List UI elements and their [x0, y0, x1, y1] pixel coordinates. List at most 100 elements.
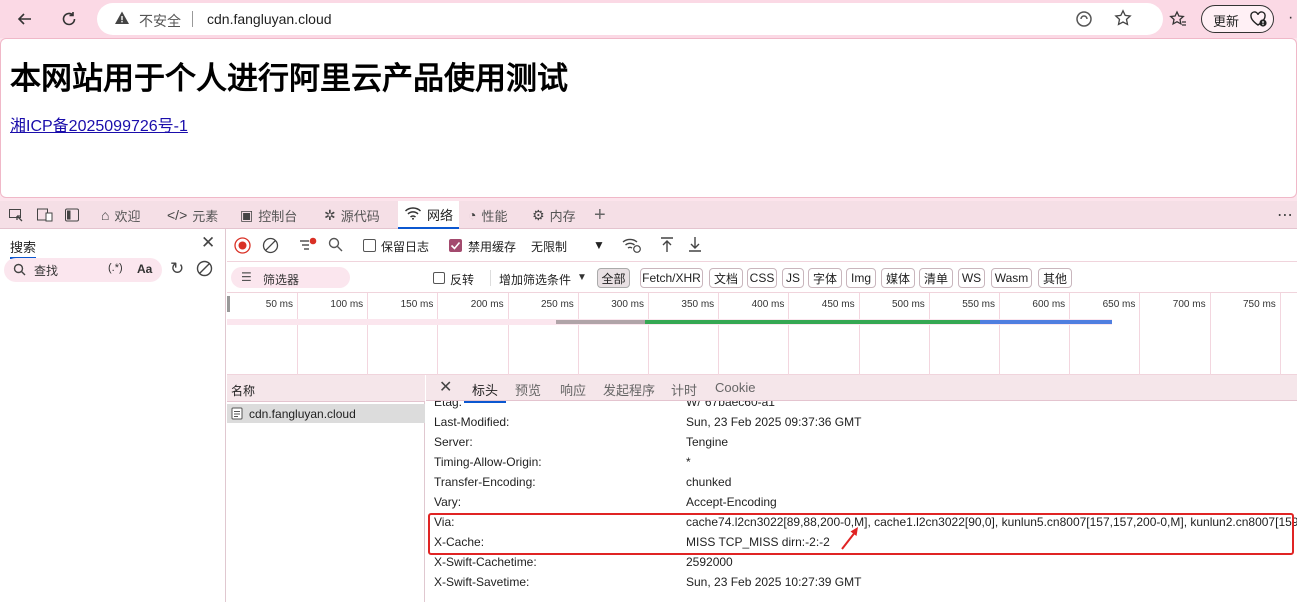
- more-filters-caret-icon[interactable]: ▼: [577, 272, 587, 283]
- disable-cache-label[interactable]: 禁用缓存: [468, 238, 516, 255]
- tab-welcome[interactable]: ⌂ 欢迎: [101, 201, 140, 229]
- filter-clear-icon[interactable]: [299, 237, 317, 259]
- header-value: Accept-Encoding: [686, 495, 777, 509]
- throttle-select[interactable]: 无限制: [531, 238, 567, 255]
- filter-type-other[interactable]: 其他: [1038, 268, 1072, 288]
- security-label[interactable]: 不安全: [139, 11, 181, 31]
- warning-icon[interactable]: [114, 10, 130, 31]
- search-icon: [13, 263, 26, 281]
- overview-tick-label: 250 ms: [541, 299, 574, 310]
- tab-performance[interactable]: ◔ 性能: [468, 201, 507, 229]
- filter-type-wasm[interactable]: Wasm: [991, 268, 1032, 288]
- header-key: X-Swift-Savetime:: [434, 575, 530, 589]
- preserve-log-label[interactable]: 保留日志: [381, 238, 429, 255]
- detail-tab-timing[interactable]: 计时: [671, 380, 697, 399]
- toggle-sidebar-icon[interactable]: [64, 207, 80, 228]
- icp-link[interactable]: 湘ICP备2025099726号-1: [10, 112, 188, 136]
- tab-memory[interactable]: ⚙ 内存: [532, 201, 576, 229]
- filter-type-media[interactable]: 媒体: [881, 268, 915, 288]
- header-key: Timing-Allow-Origin:: [434, 455, 542, 469]
- device-emulation-icon[interactable]: [36, 207, 54, 228]
- detail-tab-cookie[interactable]: Cookie: [715, 380, 755, 395]
- translate-icon[interactable]: [1075, 10, 1093, 33]
- clear-log-icon[interactable]: [262, 237, 279, 259]
- address-bar[interactable]: 不安全 cdn.fangluyan.cloud: [97, 3, 1163, 35]
- header-key: Etag:: [434, 401, 463, 409]
- overview-gridline: [1279, 293, 1281, 375]
- match-case-toggle[interactable]: Aa: [137, 262, 152, 276]
- detail-tab-response[interactable]: 响应: [560, 380, 586, 399]
- tab-console[interactable]: ▣ 控制台: [240, 201, 297, 229]
- network-overview[interactable]: 50 ms 100 ms 150 ms 200 ms 250 ms 300 ms 350 m…: [227, 293, 1297, 375]
- invert-checkbox[interactable]: [433, 272, 445, 284]
- close-search-icon[interactable]: ✕: [201, 233, 215, 253]
- filter-input[interactable]: ☰ 筛选器: [231, 267, 350, 288]
- search-input[interactable]: 查找 (.*) Aa: [4, 258, 162, 282]
- filter-type-css[interactable]: CSS: [747, 268, 777, 288]
- favorites-icon[interactable]: [1162, 3, 1194, 35]
- close-detail-icon[interactable]: ✕: [439, 377, 452, 397]
- tab-sources[interactable]: ✲ 源代码: [324, 201, 380, 229]
- filter-type-font[interactable]: 字体: [808, 268, 842, 288]
- more-filters-dropdown[interactable]: 增加筛选条件: [499, 271, 571, 288]
- overview-gridline: [437, 293, 439, 375]
- console-icon: ▣: [240, 206, 254, 223]
- header-row-x-swift-cachetime: X-Swift-Cachetime: 2592000: [434, 555, 1294, 575]
- reload-icon[interactable]: [53, 3, 85, 35]
- header-row-server: Server: Tengine: [434, 435, 1294, 455]
- detail-tab-preview[interactable]: 预览: [515, 380, 541, 399]
- refresh-search-icon[interactable]: ↻: [170, 259, 184, 279]
- filter-placeholder: 筛选器: [263, 273, 300, 287]
- network-toolbar: 保留日志 禁用缓存 无限制 ▼: [227, 229, 1297, 262]
- filter-type-ws[interactable]: WS: [958, 268, 985, 288]
- favorite-star-icon[interactable]: [1114, 9, 1132, 32]
- filter-type-manifest[interactable]: 清单: [919, 268, 953, 288]
- detail-tab-headers[interactable]: 标头: [464, 380, 507, 403]
- tab-network[interactable]: 网络: [398, 201, 460, 229]
- devtools-tab-bar: ⌂ 欢迎 </> 元素 ▣ 控制台 ✲ 源代码 网络 ◔ 性能 ⚙ 内存 + ⋯: [0, 201, 1297, 229]
- add-tab-icon[interactable]: +: [594, 201, 606, 229]
- filter-type-doc[interactable]: 文档: [709, 268, 743, 288]
- overview-gridline: [648, 293, 649, 375]
- overview-tick-label: 50 ms: [265, 299, 293, 310]
- document-icon: [231, 407, 243, 425]
- waterfall-waiting: [556, 320, 645, 324]
- search-network-icon[interactable]: [328, 237, 343, 257]
- record-stop-icon[interactable]: [234, 237, 251, 259]
- update-label: 更新: [1213, 14, 1240, 29]
- filter-type-all[interactable]: 全部: [597, 268, 630, 288]
- detail-tab-initiator[interactable]: 发起程序: [603, 380, 655, 399]
- preserve-log-checkbox[interactable]: [363, 239, 376, 252]
- more-menu-icon[interactable]: ·: [1288, 9, 1293, 27]
- back-icon[interactable]: [9, 3, 41, 35]
- overview-gridline: [1209, 293, 1211, 375]
- omnibox-divider: [192, 11, 193, 27]
- url-text[interactable]: cdn.fangluyan.cloud: [207, 11, 332, 27]
- disable-cache-checkbox[interactable]: [449, 239, 462, 252]
- header-row-last-modified: Last-Modified: Sun, 23 Feb 2025 09:37:36 …: [434, 415, 1294, 435]
- export-har-icon[interactable]: [688, 236, 702, 258]
- wifi-icon: [404, 206, 422, 223]
- network-conditions-icon[interactable]: [622, 237, 641, 258]
- invert-label[interactable]: 反转: [450, 271, 474, 288]
- filter-bar: ☰ 筛选器 反转 增加筛选条件 ▼ 全部 Fetch/XHR 文档 CSS JS…: [227, 262, 1297, 293]
- home-icon: ⌂: [101, 207, 110, 223]
- filter-type-img[interactable]: Img: [846, 268, 876, 288]
- overview-drag-handle[interactable]: [227, 296, 230, 312]
- overview-gridline: [858, 293, 860, 375]
- header-value: Sun, 23 Feb 2025 09:37:36 GMT: [686, 415, 862, 429]
- update-button[interactable]: 更新: [1201, 5, 1274, 33]
- filter-type-fetch-xhr[interactable]: Fetch/XHR: [640, 268, 703, 288]
- tab-elements[interactable]: </> 元素: [167, 201, 218, 229]
- filter-type-js[interactable]: JS: [782, 268, 804, 288]
- import-har-icon[interactable]: [660, 236, 674, 258]
- inspect-element-icon[interactable]: [8, 207, 24, 228]
- wifi-dropdown-icon[interactable]: ▼: [593, 238, 605, 252]
- clear-search-icon[interactable]: [196, 260, 213, 282]
- header-value: chunked: [686, 475, 732, 489]
- request-row[interactable]: cdn.fangluyan.cloud: [227, 404, 425, 423]
- search-tab[interactable]: 搜索: [10, 237, 37, 259]
- name-header[interactable]: 名称: [227, 375, 425, 402]
- regex-toggle[interactable]: (.*): [108, 262, 123, 274]
- devtools-more-icon[interactable]: ⋯: [1277, 201, 1293, 229]
